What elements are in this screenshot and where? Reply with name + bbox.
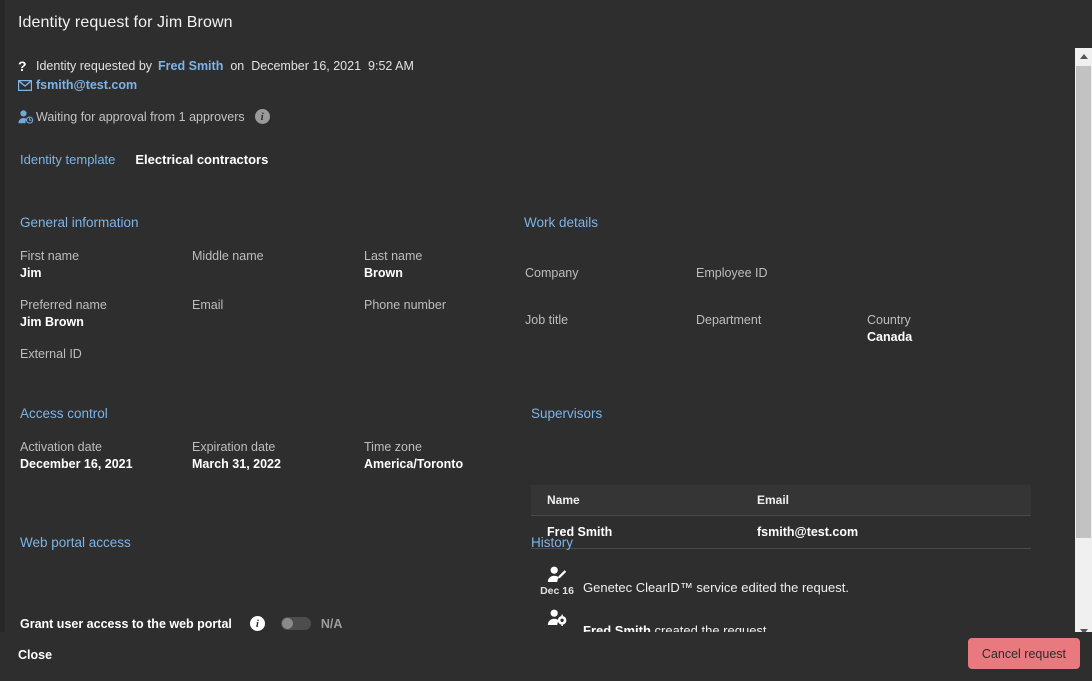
vertical-scrollbar[interactable] bbox=[1075, 48, 1092, 640]
section-title-web-portal-access: Web portal access bbox=[20, 535, 131, 550]
web-portal-access-label: Grant user access to the web portal bbox=[20, 617, 232, 631]
field-value-country: Canada bbox=[867, 330, 912, 344]
field-label-first-name: First name bbox=[20, 249, 79, 263]
identity-template-row: Identity template Electrical contractors bbox=[20, 152, 268, 167]
field-value-expiration-date: March 31, 2022 bbox=[192, 457, 281, 471]
field-label-job-title: Job title bbox=[525, 313, 568, 327]
scroll-up-arrow-icon[interactable] bbox=[1075, 48, 1092, 65]
web-portal-access-toggle[interactable] bbox=[281, 617, 311, 630]
field-label-preferred-name: Preferred name bbox=[20, 298, 107, 312]
person-gear-icon bbox=[547, 609, 567, 626]
field-label-expiration-date: Expiration date bbox=[192, 440, 275, 454]
field-label-country: Country bbox=[867, 313, 911, 327]
web-portal-info-icon[interactable]: i bbox=[250, 616, 265, 631]
requested-by-prefix: Identity requested by bbox=[36, 59, 152, 73]
section-title-general-information: General information bbox=[20, 215, 139, 230]
identity-request-dialog: Identity request for Jim Brown ? Identit… bbox=[0, 0, 1092, 681]
approval-status-line: Waiting for approval from 1 approvers i bbox=[18, 109, 270, 124]
dialog-body-scroll-region: ? Identity requested by Fred Smith on De… bbox=[0, 48, 1075, 632]
field-value-time-zone: America/Toronto bbox=[364, 457, 463, 471]
requester-link[interactable]: Fred Smith bbox=[158, 59, 223, 73]
requested-by-line: ? Identity requested by Fred Smith on De… bbox=[18, 59, 414, 73]
history-entry-actor: Genetec ClearID™ service bbox=[583, 580, 738, 595]
scrollbar-thumb[interactable] bbox=[1076, 66, 1091, 538]
history-entry: Dec 16 Genetec ClearID™ service edited t… bbox=[531, 566, 849, 597]
field-label-middle-name: Middle name bbox=[192, 249, 264, 263]
section-title-work-details: Work details bbox=[524, 215, 598, 230]
section-title-supervisors: Supervisors bbox=[531, 406, 602, 421]
field-value-preferred-name: Jim Brown bbox=[20, 315, 84, 329]
supervisors-table-header-row: Name Email bbox=[531, 485, 1031, 516]
section-title-access-control: Access control bbox=[20, 406, 108, 421]
supervisors-column-email: Email bbox=[741, 485, 1031, 516]
cancel-request-button[interactable]: Cancel request bbox=[968, 638, 1080, 669]
field-label-department: Department bbox=[696, 313, 761, 327]
history-entry-action: created the request. bbox=[651, 623, 770, 632]
supervisors-table: Name Email Fred Smith fsmith@test.com bbox=[531, 485, 1031, 549]
approval-info-icon[interactable]: i bbox=[255, 109, 270, 124]
requester-email-link[interactable]: fsmith@test.com bbox=[36, 78, 137, 92]
requested-date: December 16, 2021 bbox=[251, 59, 361, 73]
field-label-employee-id: Employee ID bbox=[696, 266, 768, 280]
field-label-activation-date: Activation date bbox=[20, 440, 102, 454]
section-title-history: History bbox=[531, 535, 573, 550]
person-clock-icon bbox=[18, 110, 36, 124]
history-entry-icon-column bbox=[531, 609, 583, 628]
dialog-footer: Close Cancel request bbox=[0, 632, 1092, 681]
identity-template-value: Electrical contractors bbox=[135, 152, 268, 167]
requested-on-word: on bbox=[230, 59, 244, 73]
field-label-email: Email bbox=[192, 298, 223, 312]
identity-template-label: Identity template bbox=[20, 152, 115, 167]
close-button[interactable]: Close bbox=[18, 648, 52, 662]
history-entry: Fred Smith created the request. bbox=[531, 609, 770, 632]
field-value-activation-date: December 16, 2021 bbox=[20, 457, 133, 471]
field-label-last-name: Last name bbox=[364, 249, 422, 263]
field-label-external-id: External ID bbox=[20, 347, 82, 361]
table-row[interactable]: Fred Smith fsmith@test.com bbox=[531, 516, 1031, 549]
question-mark-icon: ? bbox=[18, 59, 36, 73]
history-entry-text: Genetec ClearID™ service edited the requ… bbox=[583, 566, 849, 595]
web-portal-access-row: Grant user access to the web portal i N/… bbox=[20, 616, 342, 631]
field-label-company: Company bbox=[525, 266, 579, 280]
requester-email-line: fsmith@test.com bbox=[18, 78, 137, 92]
history-entry-icon-column: Dec 16 bbox=[531, 566, 583, 597]
history-entry-actor: Fred Smith bbox=[583, 623, 651, 632]
page-title: Identity request for Jim Brown bbox=[18, 14, 233, 32]
field-label-phone-number: Phone number bbox=[364, 298, 446, 312]
envelope-icon bbox=[18, 80, 36, 91]
approval-status-text: Waiting for approval from 1 approvers bbox=[36, 110, 245, 124]
person-edit-icon bbox=[547, 566, 567, 583]
field-value-first-name: Jim bbox=[20, 266, 42, 280]
history-entry-action: edited the request. bbox=[738, 580, 849, 595]
web-portal-access-value: N/A bbox=[321, 617, 343, 631]
history-entry-text: Fred Smith created the request. bbox=[583, 609, 770, 632]
field-value-last-name: Brown bbox=[364, 266, 403, 280]
requested-time: 9:52 AM bbox=[368, 59, 414, 73]
supervisors-column-name: Name bbox=[531, 485, 741, 516]
field-label-time-zone: Time zone bbox=[364, 440, 422, 454]
supervisor-email: fsmith@test.com bbox=[741, 516, 1031, 549]
history-entry-date: Dec 16 bbox=[540, 585, 574, 597]
